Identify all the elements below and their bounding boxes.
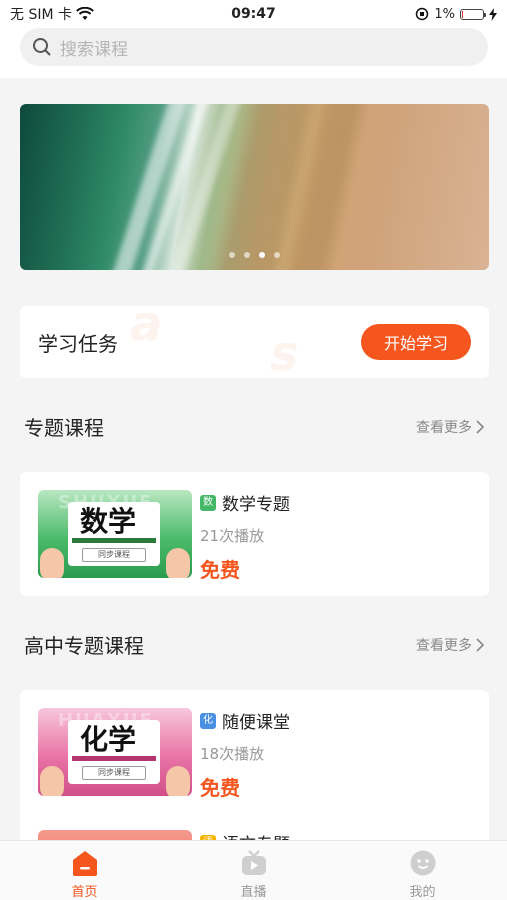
tab-label: 我的	[409, 885, 436, 900]
chevron-right-icon	[476, 419, 484, 434]
view-more-link[interactable]: 查看更多	[416, 417, 484, 437]
section-header: 专题课程 查看更多	[24, 412, 484, 441]
thumbnail-caption: 同步课程	[82, 548, 146, 562]
tab-live[interactable]: 直播	[169, 841, 338, 900]
section-header: 高中专题课程 查看更多	[24, 630, 484, 659]
banner-carousel[interactable]	[20, 104, 489, 270]
play-count: 18次播放	[200, 745, 265, 763]
course-thumbnail: SHUXUE 数学 同步课程	[38, 490, 192, 578]
thumbnail-caption: 同步课程	[82, 766, 146, 780]
carousel-dot[interactable]	[229, 252, 235, 258]
view-more-link[interactable]: 查看更多	[416, 635, 484, 655]
search-area: 搜索课程	[0, 28, 507, 78]
carousel-dot[interactable]	[274, 252, 280, 258]
course-thumbnail: HUAXUE 化学 同步课程	[38, 708, 192, 796]
orientation-lock-icon	[416, 7, 429, 21]
subject-tag: 化	[200, 712, 216, 729]
tab-label: 首页	[71, 885, 98, 900]
subject-tag: 数	[200, 494, 216, 511]
study-task-card: a s 学习任务 开始学习	[20, 306, 489, 378]
status-bar: 无 SIM 卡 09:47 1%	[0, 0, 507, 28]
course-price: 免费	[200, 776, 240, 800]
course-price: 免费	[200, 558, 240, 582]
wifi-icon	[76, 7, 94, 20]
section-title: 专题课程	[24, 416, 104, 440]
task-title: 学习任务	[38, 331, 118, 356]
carousel-dot[interactable]	[259, 252, 265, 258]
section-title: 高中专题课程	[24, 634, 144, 658]
course-name: 数学专题	[222, 495, 290, 515]
tab-label: 直播	[240, 885, 267, 900]
tab-home[interactable]: 首页	[0, 841, 169, 900]
thumbnail-title: 化学	[80, 723, 137, 756]
search-icon	[33, 38, 51, 56]
course-card[interactable]: HUAXUE 化学 同步课程 化 随便课堂 18次播放 免费 语 语文专题	[20, 690, 489, 900]
home-icon	[72, 851, 97, 876]
carrier-label: 无 SIM 卡	[10, 7, 72, 23]
course-name: 随便课堂	[222, 713, 290, 733]
charging-icon	[489, 7, 497, 21]
battery-percent: 1%	[434, 6, 455, 22]
course-card[interactable]: SHUXUE 数学 同步课程 数 数学专题 21次播放 免费	[20, 472, 489, 596]
bottom-tab-bar: 首页 直播 我的	[0, 840, 507, 900]
start-learning-button[interactable]: 开始学习	[361, 324, 471, 360]
thumbnail-title: 数学	[80, 505, 137, 538]
chevron-right-icon	[476, 637, 484, 652]
carousel-dot[interactable]	[244, 252, 250, 258]
tab-profile[interactable]: 我的	[338, 841, 507, 900]
course-item[interactable]: SHUXUE 数学 同步课程 数 数学专题 21次播放 免费	[38, 490, 478, 594]
battery-icon	[460, 8, 486, 20]
carousel-dots	[20, 252, 489, 258]
search-placeholder: 搜索课程	[60, 39, 128, 60]
play-count: 21次播放	[200, 527, 265, 545]
live-icon	[241, 850, 266, 875]
profile-icon	[410, 850, 435, 876]
search-input[interactable]: 搜索课程	[20, 28, 488, 66]
course-item[interactable]: HUAXUE 化学 同步课程 化 随便课堂 18次播放 免费	[38, 708, 478, 812]
